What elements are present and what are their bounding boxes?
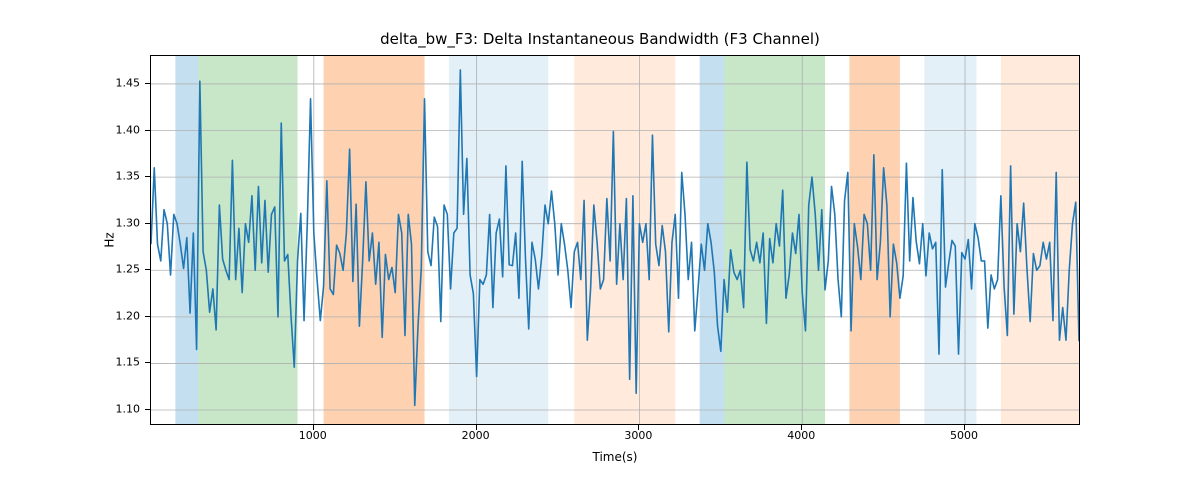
x-tick-label: 2000 (462, 429, 490, 442)
y-tick-mark (145, 83, 150, 84)
y-tick-mark (145, 176, 150, 177)
x-tick-label: 1000 (299, 429, 327, 442)
highlight-span (324, 56, 425, 424)
chart-title: delta_bw_F3: Delta Instantaneous Bandwid… (0, 30, 1200, 48)
x-tick-label: 4000 (787, 429, 815, 442)
y-axis-ticks: 1.10 1.15 1.20 1.25 1.30 1.35 1.40 1.45 (0, 55, 145, 425)
x-axis-ticks: 1000 2000 3000 4000 5000 (150, 427, 1080, 447)
x-axis-label: Time(s) (150, 450, 1080, 464)
y-tick-label: 1.45 (0, 76, 140, 89)
x-tick-mark (313, 425, 314, 430)
y-tick-label: 1.35 (0, 170, 140, 183)
y-tick-label: 1.25 (0, 263, 140, 276)
chart-figure: delta_bw_F3: Delta Instantaneous Bandwid… (0, 0, 1200, 500)
x-tick-mark (638, 425, 639, 430)
y-tick-label: 1.40 (0, 123, 140, 136)
y-tick-mark (145, 130, 150, 131)
x-tick-mark (964, 425, 965, 430)
x-tick-label: 5000 (950, 429, 978, 442)
highlight-span (700, 56, 724, 424)
y-tick-label: 1.20 (0, 309, 140, 322)
y-tick-label: 1.10 (0, 403, 140, 416)
y-tick-label: 1.30 (0, 216, 140, 229)
x-tick-mark (801, 425, 802, 430)
y-tick-mark (145, 409, 150, 410)
y-tick-mark (145, 362, 150, 363)
y-tick-mark (145, 316, 150, 317)
x-tick-mark (476, 425, 477, 430)
plot-area (150, 55, 1080, 425)
y-tick-mark (145, 223, 150, 224)
highlight-span (449, 56, 548, 424)
y-tick-label: 1.15 (0, 356, 140, 369)
plot-svg (151, 56, 1079, 424)
x-tick-label: 3000 (624, 429, 652, 442)
y-tick-mark (145, 269, 150, 270)
